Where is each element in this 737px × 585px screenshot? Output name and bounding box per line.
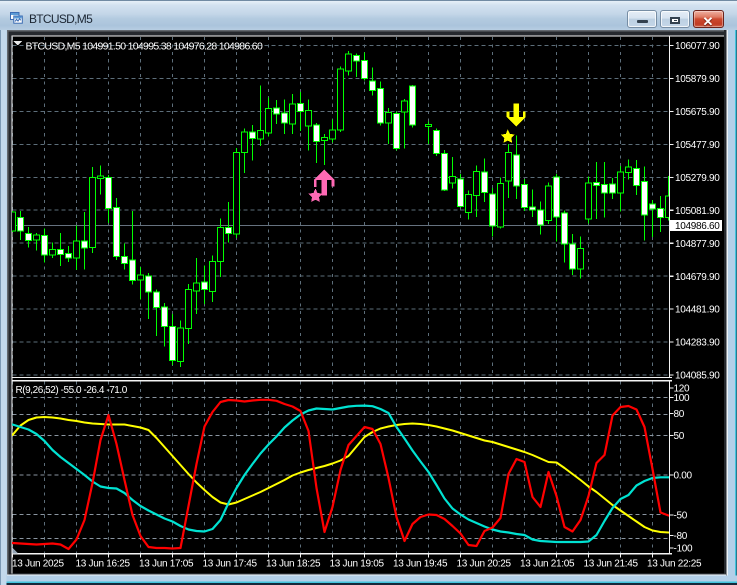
svg-text:106077.90: 106077.90 [675,41,720,52]
svg-text:13 Jun 2025: 13 Jun 2025 [12,559,64,570]
svg-text:13 Jun 19:45: 13 Jun 19:45 [393,559,448,570]
svg-text:105081.90: 105081.90 [675,206,720,217]
svg-text:-100: -100 [674,544,694,555]
svg-text:104085.90: 104085.90 [675,371,720,382]
svg-text:13 Jun 21:05: 13 Jun 21:05 [520,559,575,570]
svg-text:13 Jun 17:05: 13 Jun 17:05 [139,559,194,570]
svg-text:104283.90: 104283.90 [675,338,720,349]
svg-text:13 Jun 18:25: 13 Jun 18:25 [266,559,321,570]
svg-text:13 Jun 21:45: 13 Jun 21:45 [584,559,639,570]
svg-text:-50: -50 [674,511,688,522]
svg-text:50: 50 [674,431,685,442]
svg-text:105879.90: 105879.90 [675,74,720,85]
svg-text:104481.90: 104481.90 [675,305,720,316]
svg-text:0.00: 0.00 [674,471,693,482]
svg-text:104986.60: 104986.60 [675,221,720,232]
svg-text:100: 100 [674,393,691,404]
svg-text:80: 80 [674,409,685,420]
svg-text:104679.90: 104679.90 [675,272,720,283]
svg-text:R(9,26,52) -55.0 -26.4 -71.0: R(9,26,52) -55.0 -26.4 -71.0 [16,385,128,396]
svg-text:13 Jun 17:45: 13 Jun 17:45 [203,559,258,570]
svg-text:104877.90: 104877.90 [675,239,720,250]
svg-text:BTCUSD,M5 104991.50 104995.38: BTCUSD,M5 104991.50 104995.38 104976.28 … [26,40,263,52]
svg-text:13 Jun 16:25: 13 Jun 16:25 [76,559,131,570]
svg-text:-80: -80 [674,531,688,542]
svg-text:13 Jun 19:05: 13 Jun 19:05 [330,559,385,570]
svg-text:105675.90: 105675.90 [675,107,720,118]
svg-text:13 Jun 22:25: 13 Jun 22:25 [647,559,702,570]
svg-text:13 Jun 20:25: 13 Jun 20:25 [457,559,512,570]
svg-text:105279.90: 105279.90 [675,173,720,184]
svg-text:105477.90: 105477.90 [675,140,720,151]
